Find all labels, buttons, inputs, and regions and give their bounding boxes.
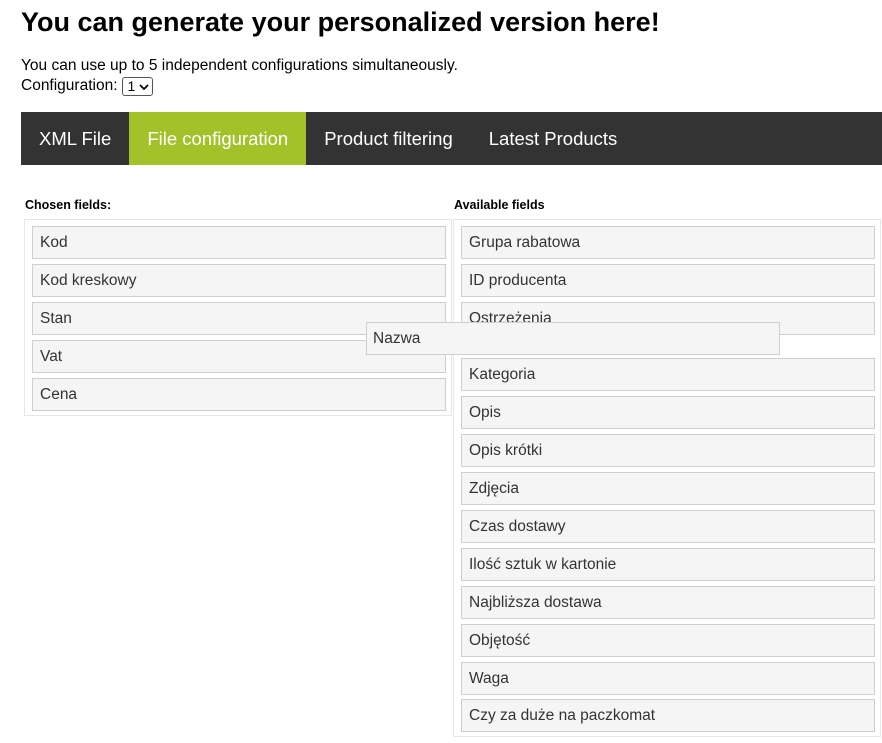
available-field-item[interactable]: Ilość sztuk w kartonie [461, 548, 875, 581]
available-fields-list: Grupa rabatowa ID producenta Ostrzeżenia… [453, 219, 881, 737]
tab-file-configuration[interactable]: File configuration [129, 112, 307, 165]
available-field-item[interactable]: Waga [461, 662, 875, 695]
available-field-item[interactable]: Zdjęcia [461, 472, 875, 505]
configuration-select[interactable]: 1 [121, 76, 154, 96]
tab-bar: XML File File configuration Product filt… [21, 112, 882, 165]
chosen-fields-list: Kod Kod kreskowy Stan Vat Cena [24, 219, 452, 416]
available-field-item[interactable]: Najbliższa dostawa [461, 586, 875, 619]
available-field-item[interactable]: Opis krótki [461, 434, 875, 467]
chosen-field-item[interactable]: Cena [32, 378, 446, 411]
available-field-item[interactable]: Opis [461, 396, 875, 429]
page-title: You can generate your personalized versi… [21, 7, 660, 37]
configuration-label: Configuration: [21, 77, 118, 94]
configuration-row: Configuration: 1 [21, 76, 154, 96]
available-field-item[interactable]: Czas dostawy [461, 510, 875, 543]
chevron-down-icon [139, 76, 149, 96]
chosen-fields-label: Chosen fields: [25, 198, 112, 212]
available-field-item[interactable]: Grupa rabatowa [461, 226, 875, 259]
available-fields-label: Available fields [454, 198, 545, 212]
available-field-item[interactable]: Czy za duże na paczkomat [461, 699, 875, 732]
configuration-select-value: 1 [127, 78, 136, 94]
tab-latest-products[interactable]: Latest Products [471, 112, 636, 165]
dragged-field-item[interactable]: Nazwa [366, 322, 780, 355]
tab-xml-file[interactable]: XML File [21, 112, 129, 165]
available-field-item[interactable]: ID producenta [461, 264, 875, 297]
tab-product-filtering[interactable]: Product filtering [306, 112, 471, 165]
chosen-field-item[interactable]: Kod [32, 226, 446, 259]
chosen-field-item[interactable]: Kod kreskowy [32, 264, 446, 297]
available-field-item[interactable]: Kategoria [461, 358, 875, 391]
available-field-item[interactable]: Objętość [461, 624, 875, 657]
intro-text: You can use up to 5 independent configur… [21, 57, 458, 74]
